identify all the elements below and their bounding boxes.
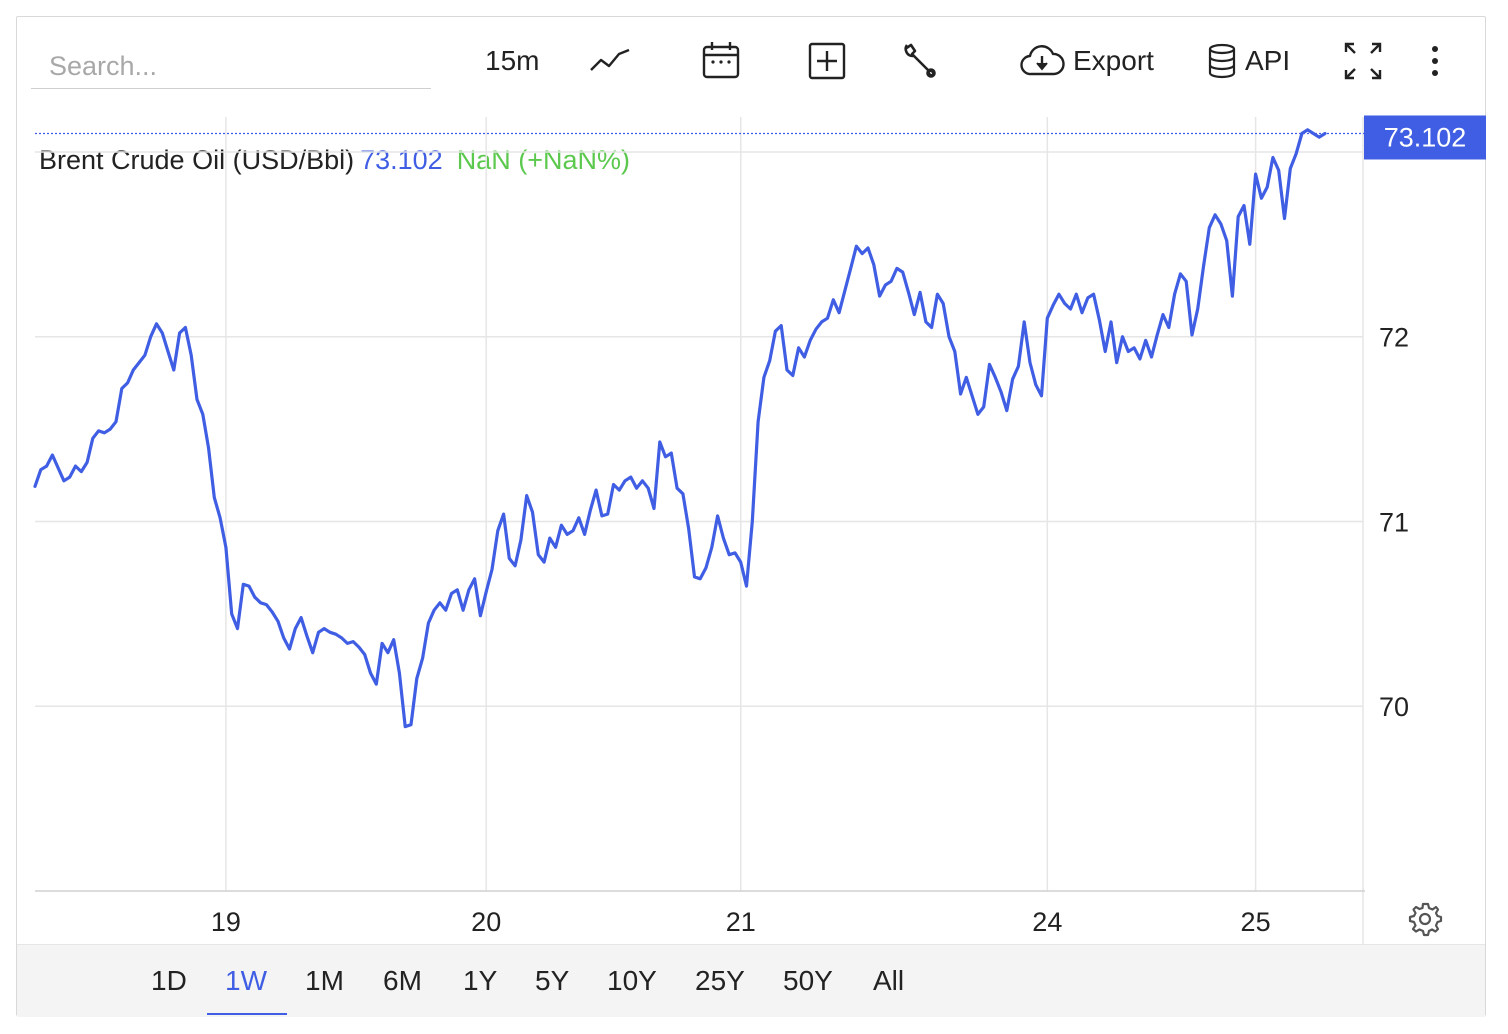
x-tick-label: 19 xyxy=(211,907,241,937)
wrench-icon xyxy=(899,41,939,81)
tools-button[interactable] xyxy=(899,39,939,83)
more-options-button[interactable] xyxy=(1425,39,1445,83)
interval-label: 15m xyxy=(485,45,540,76)
range-selector-bar: 1D 1W 1M 6M 1Y 5Y 10Y 25Y 50Y All xyxy=(17,944,1485,1017)
more-vertical-icon xyxy=(1425,41,1445,81)
api-button[interactable]: API xyxy=(1207,39,1290,83)
add-comparison-button[interactable] xyxy=(807,39,847,83)
add-box-icon xyxy=(807,41,847,81)
chart-widget: 15m Export xyxy=(16,16,1487,1017)
fullscreen-button[interactable] xyxy=(1343,39,1383,83)
x-tick-label: 25 xyxy=(1241,907,1271,937)
toolbar: 15m Export xyxy=(17,17,1487,107)
price-series-line xyxy=(33,128,1327,729)
gear-icon xyxy=(1407,902,1443,941)
last-price-label: 73.102 xyxy=(1384,122,1467,152)
x-tick-label: 20 xyxy=(471,907,501,937)
api-label: API xyxy=(1245,45,1291,76)
interval-selector[interactable]: 15m xyxy=(485,39,539,83)
y-tick-label: 70 xyxy=(1379,692,1409,722)
price-chart[interactable]: 70 71 72 19 20 21 24 25 73.102 xyxy=(17,107,1487,944)
range-button-1m[interactable]: 1M xyxy=(305,965,344,1005)
range-button-all[interactable]: All xyxy=(873,965,904,1005)
range-button-6m[interactable]: 6M xyxy=(383,965,422,1005)
calendar-icon xyxy=(701,41,741,81)
export-button[interactable]: Export xyxy=(1019,39,1154,83)
database-icon xyxy=(1207,43,1237,79)
range-button-1y[interactable]: 1Y xyxy=(463,965,497,1005)
range-button-1w[interactable]: 1W xyxy=(225,965,267,1005)
search-input[interactable] xyxy=(31,45,431,89)
range-button-25y[interactable]: 25Y xyxy=(695,965,745,1005)
range-button-50y[interactable]: 50Y xyxy=(783,965,833,1005)
line-chart-icon xyxy=(589,46,631,76)
active-range-indicator xyxy=(207,1013,287,1015)
range-button-1d[interactable]: 1D xyxy=(151,965,187,1005)
chart-type-button[interactable] xyxy=(589,39,631,83)
y-tick-label: 72 xyxy=(1379,323,1409,353)
date-range-button[interactable] xyxy=(701,39,741,83)
range-button-5y[interactable]: 5Y xyxy=(535,965,569,1005)
x-tick-label: 24 xyxy=(1032,907,1062,937)
cloud-download-icon xyxy=(1019,44,1065,78)
fullscreen-icon xyxy=(1343,41,1383,81)
chart-settings-button[interactable] xyxy=(1407,901,1443,942)
export-label: Export xyxy=(1073,45,1154,76)
x-tick-label: 21 xyxy=(726,907,756,937)
y-tick-label: 71 xyxy=(1379,507,1409,537)
range-button-10y[interactable]: 10Y xyxy=(607,965,657,1005)
